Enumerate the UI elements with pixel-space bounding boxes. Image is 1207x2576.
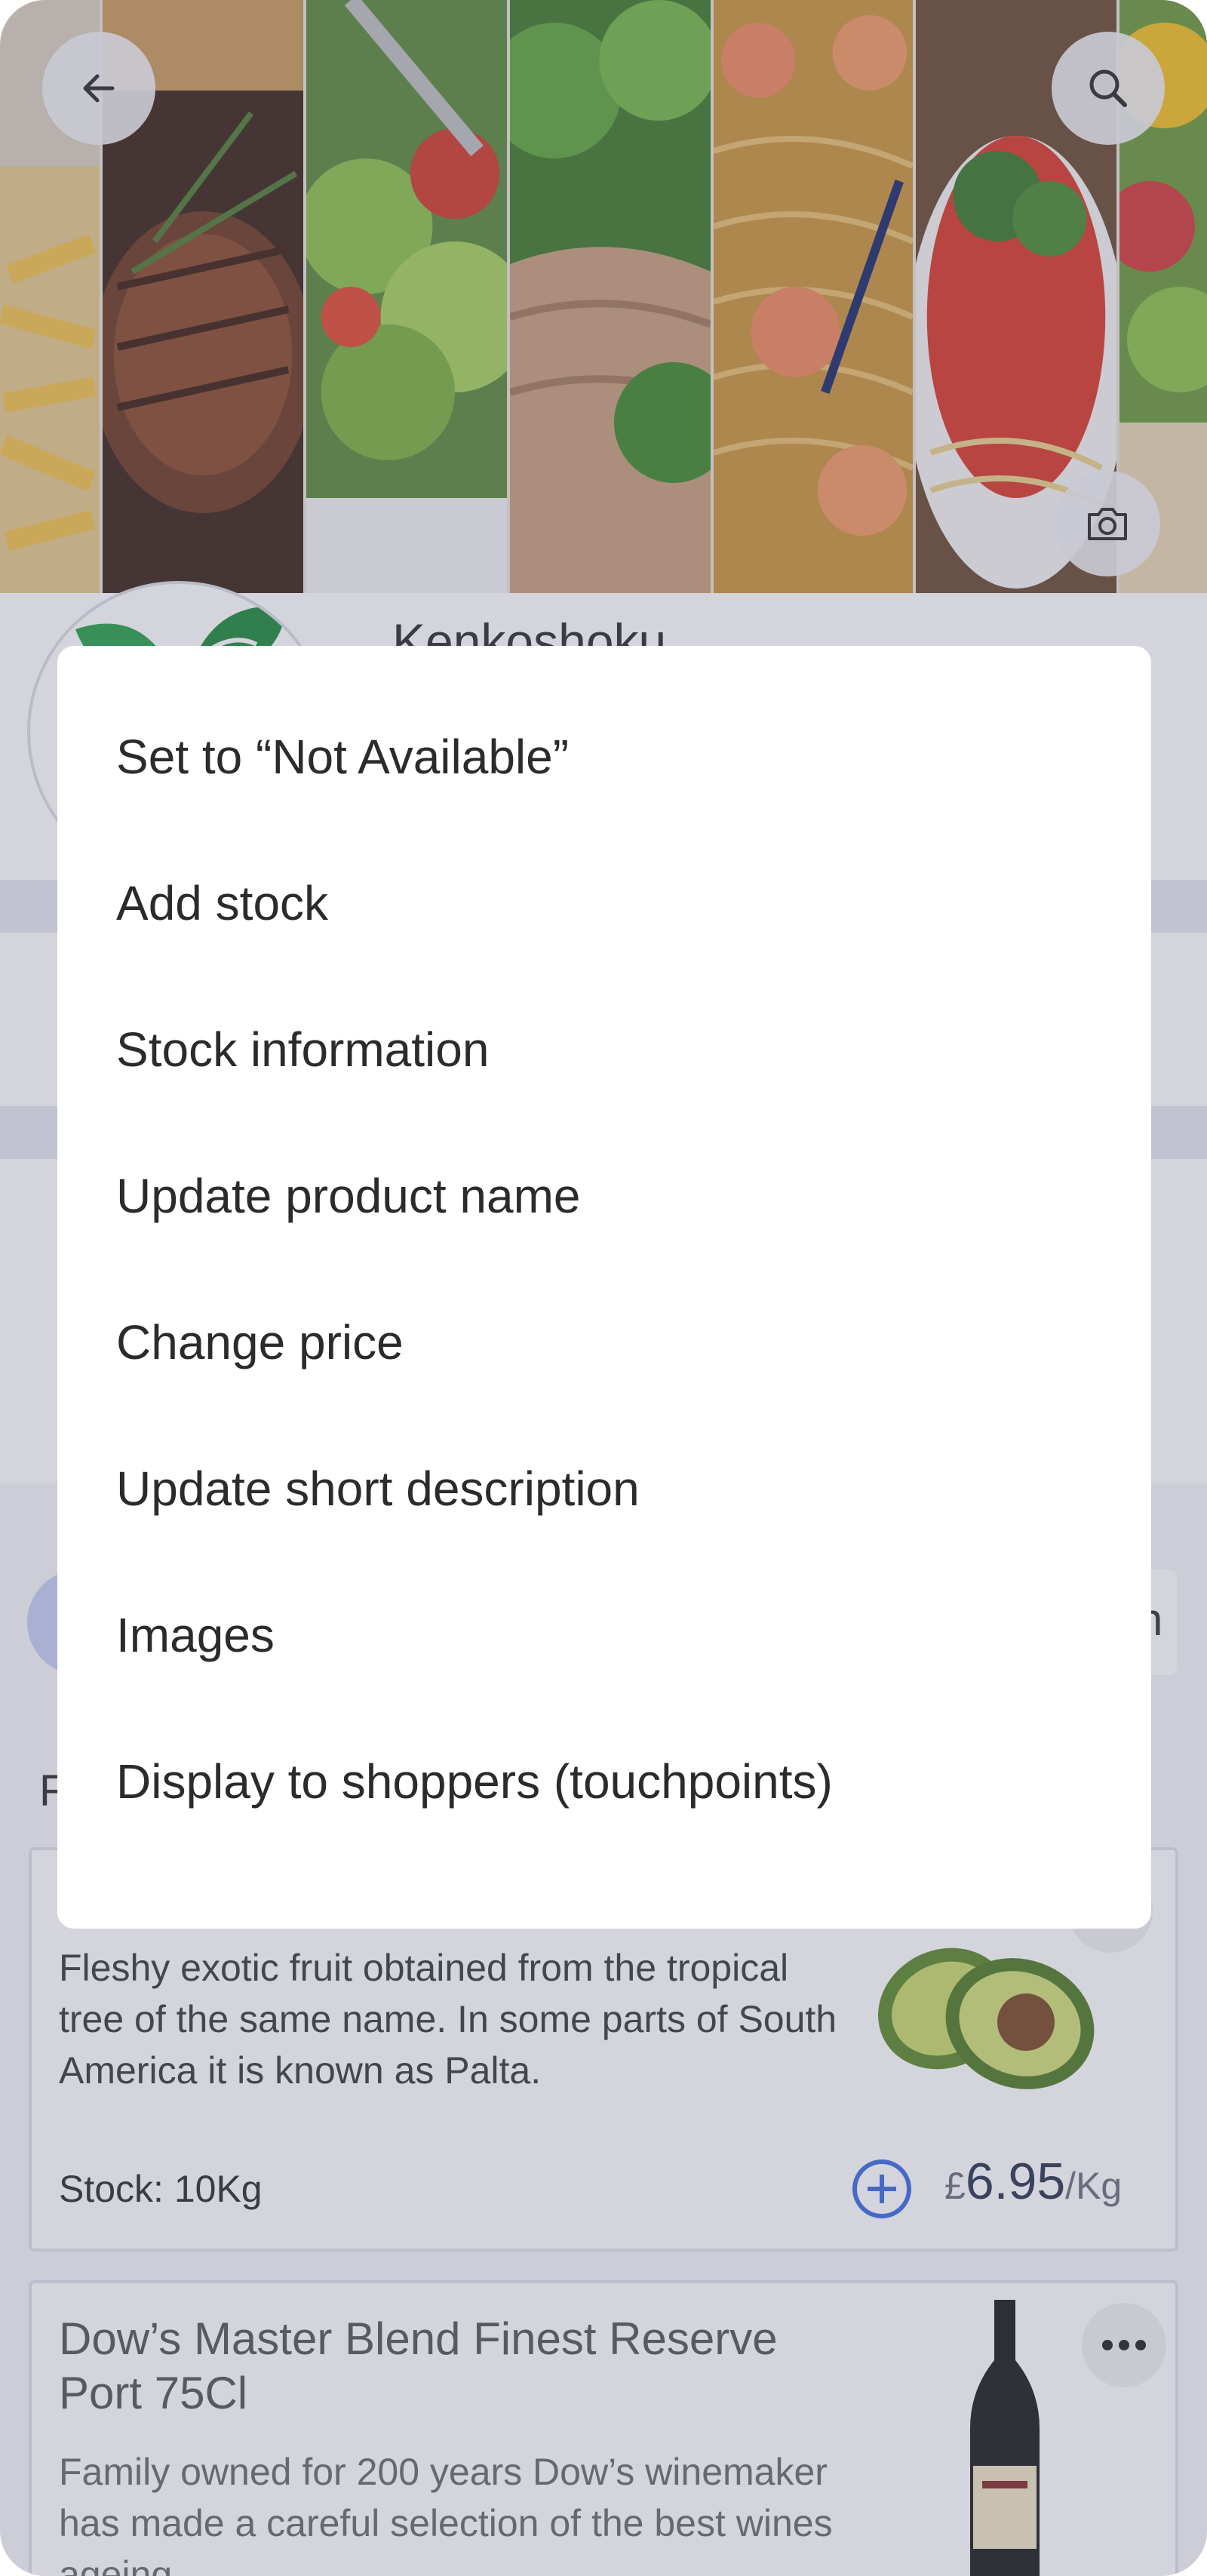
- menu-item-display-to-shoppers[interactable]: Display to shoppers (touchpoints): [57, 1708, 1151, 1855]
- menu-item-add-stock[interactable]: Add stock: [57, 830, 1151, 976]
- menu-item-update-short-description[interactable]: Update short description: [57, 1416, 1151, 1562]
- menu-item-change-price[interactable]: Change price: [57, 1269, 1151, 1416]
- menu-item-update-product-name[interactable]: Update product name: [57, 1123, 1151, 1269]
- menu-item-set-not-available[interactable]: Set to “Not Available”: [57, 684, 1151, 830]
- menu-item-stock-information[interactable]: Stock information: [57, 976, 1151, 1123]
- product-actions-menu: Set to “Not Available” Add stock Stock i…: [57, 646, 1151, 1929]
- menu-item-images[interactable]: Images: [57, 1562, 1151, 1708]
- screen: Kenkoshoku n F Fleshy exotic fruit obtai…: [0, 0, 1207, 2576]
